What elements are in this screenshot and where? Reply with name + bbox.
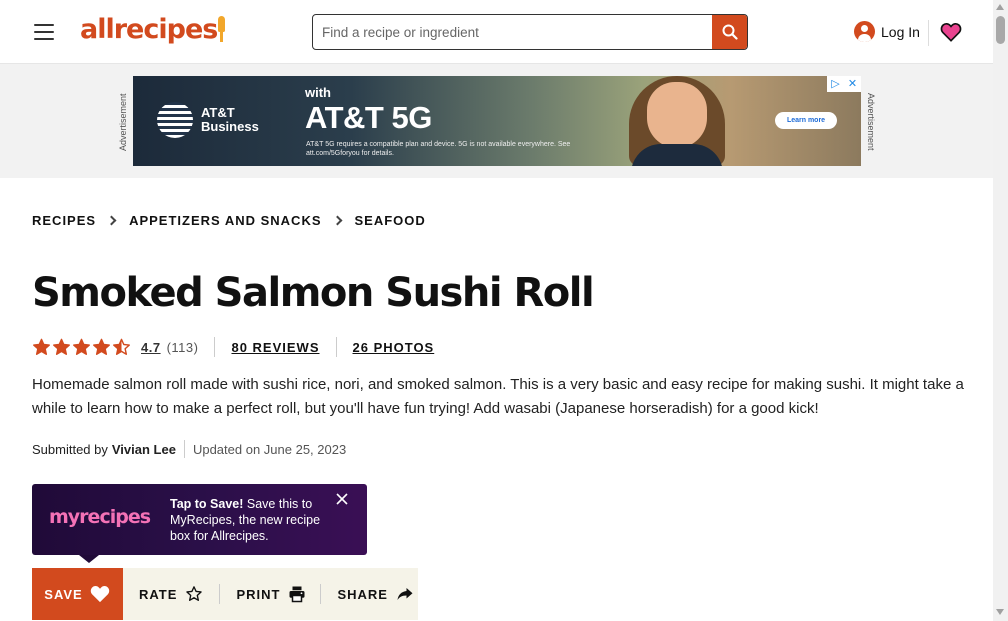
chevron-right-icon bbox=[332, 215, 342, 226]
myrecipes-logo: myrecipes bbox=[49, 506, 151, 528]
ad-label-left: Advertisement bbox=[118, 93, 128, 151]
myrecipes-tooltip[interactable]: myrecipes Tap to Save! Save this to MyRe… bbox=[32, 484, 367, 563]
ad-banner[interactable]: AT&T Business with AT&T 5G AT&T 5G requi… bbox=[133, 76, 861, 166]
site-header: allrecipes Log In bbox=[0, 0, 993, 64]
ad-headline: AT&T 5G bbox=[305, 100, 432, 135]
star-rating[interactable] bbox=[32, 338, 131, 357]
printer-icon bbox=[289, 586, 305, 603]
favorites-heart-icon[interactable] bbox=[940, 21, 962, 43]
spoon-icon bbox=[218, 16, 226, 42]
star-full-icon bbox=[73, 338, 90, 355]
hamburger-menu-icon[interactable] bbox=[34, 24, 54, 40]
submitted-by-label: Submitted by bbox=[32, 441, 108, 457]
scroll-up-arrow-icon[interactable] bbox=[996, 4, 1004, 10]
ad-model-image bbox=[621, 76, 731, 166]
ad-with-text: with bbox=[305, 85, 331, 100]
allrecipes-logo[interactable]: allrecipes bbox=[80, 14, 226, 45]
close-icon[interactable] bbox=[335, 492, 349, 506]
chevron-right-icon bbox=[106, 215, 117, 226]
star-full-icon bbox=[53, 338, 70, 355]
share-arrow-icon bbox=[397, 588, 413, 600]
ad-learn-more-button[interactable]: Learn more bbox=[775, 112, 837, 129]
ad-band: Advertisement AT&T Business with AT&T 5G… bbox=[0, 64, 993, 178]
search-bar bbox=[312, 14, 748, 50]
breadcrumb-recipes[interactable]: RECIPES bbox=[32, 213, 96, 228]
breadcrumb: RECIPES APPETIZERS AND SNACKS SEAFOOD bbox=[32, 213, 426, 228]
divider bbox=[214, 337, 216, 357]
breadcrumb-appetizers[interactable]: APPETIZERS AND SNACKS bbox=[129, 213, 321, 228]
login-button[interactable]: Log In bbox=[854, 21, 920, 42]
ad-choices[interactable]: ▷ ✕ bbox=[827, 76, 861, 92]
login-label: Log In bbox=[881, 23, 920, 40]
rate-label: RATE bbox=[139, 586, 178, 602]
divider bbox=[183, 440, 185, 458]
rating-value[interactable]: 4.7 bbox=[141, 340, 161, 355]
myrecipes-message: Tap to Save! Save this to MyRecipes, the… bbox=[170, 496, 340, 544]
page-scrollbar[interactable] bbox=[993, 0, 1008, 621]
scroll-thumb[interactable] bbox=[996, 16, 1005, 44]
byline: Submitted by Vivian Lee Updated on June … bbox=[32, 440, 346, 458]
logo-text: allrecipes bbox=[80, 14, 218, 45]
myrecipes-bold: Tap to Save! bbox=[170, 497, 244, 511]
save-label: SAVE bbox=[44, 586, 83, 602]
star-full-icon bbox=[33, 338, 50, 355]
star-full-icon bbox=[93, 338, 110, 355]
rating-count: (113) bbox=[166, 339, 199, 355]
divider bbox=[335, 337, 337, 357]
user-icon bbox=[854, 21, 875, 42]
divider bbox=[219, 584, 221, 604]
star-outline-icon bbox=[186, 586, 203, 601]
search-button[interactable] bbox=[712, 15, 747, 49]
scroll-down-arrow-icon[interactable] bbox=[996, 609, 1004, 615]
share-label: SHARE bbox=[337, 586, 388, 602]
recipe-description: Homemade salmon roll made with sushi ric… bbox=[32, 376, 964, 417]
ad-close-icon[interactable]: ✕ bbox=[844, 76, 861, 92]
adchoices-icon[interactable]: ▷ bbox=[827, 76, 844, 92]
header-divider bbox=[928, 20, 929, 46]
ad-brand-line1: AT&T bbox=[201, 105, 235, 120]
att-globe-icon bbox=[157, 102, 193, 138]
search-icon bbox=[722, 24, 738, 40]
author-link[interactable]: Vivian Lee bbox=[112, 442, 176, 457]
ad-label-right: Advertisement bbox=[866, 93, 876, 151]
ad-fine-print: AT&T 5G requires a compatible plan and d… bbox=[306, 141, 571, 157]
photos-link[interactable]: 26 PHOTOS bbox=[353, 340, 435, 355]
rating-row: 4.7 (113) 80 REVIEWS 26 PHOTOS bbox=[32, 337, 434, 357]
recipe-title: Smoked Salmon Sushi Roll bbox=[32, 270, 595, 316]
updated-date: Updated on June 25, 2023 bbox=[192, 441, 347, 457]
print-label: PRINT bbox=[236, 586, 281, 602]
heart-icon bbox=[90, 586, 109, 603]
rate-button[interactable]: RATE bbox=[139, 568, 203, 620]
share-button[interactable]: SHARE bbox=[337, 568, 414, 620]
ad-brand-line2: Business bbox=[201, 119, 259, 134]
reviews-link[interactable]: 80 REVIEWS bbox=[231, 340, 319, 355]
star-half-icon bbox=[113, 338, 130, 355]
print-button[interactable]: PRINT bbox=[236, 568, 306, 620]
breadcrumb-seafood[interactable]: SEAFOOD bbox=[355, 213, 426, 228]
recipe-action-bar: SAVE RATE PRINT SHARE bbox=[32, 568, 418, 620]
search-input[interactable] bbox=[313, 15, 713, 49]
divider bbox=[320, 584, 322, 604]
save-button[interactable]: SAVE bbox=[32, 568, 123, 620]
ad-brand: AT&T Business bbox=[201, 106, 259, 134]
